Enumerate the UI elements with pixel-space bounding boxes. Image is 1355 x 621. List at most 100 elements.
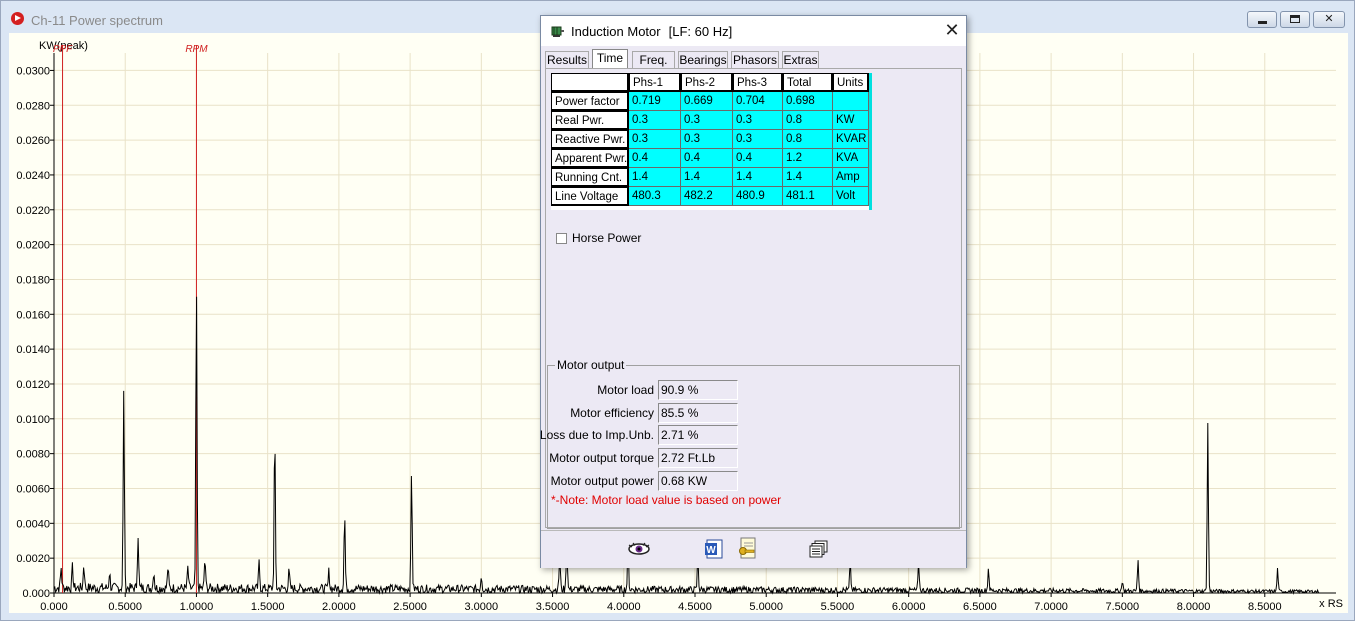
dialog-toolbar: W <box>541 530 966 568</box>
close-icon: ✕ <box>1324 13 1334 25</box>
table-value-cell[interactable]: 0.4 <box>629 149 681 168</box>
y-tick-label: 0.0080 <box>16 449 50 461</box>
table-value-cell[interactable]: 1.2 <box>783 149 833 168</box>
copy-pages-icon[interactable] <box>809 540 829 558</box>
horse-power-checkbox[interactable] <box>556 233 567 244</box>
table-value-cell[interactable]: 0.719 <box>629 92 681 111</box>
report-key-icon[interactable] <box>737 537 757 561</box>
motor-output-value[interactable]: 85.5 % <box>658 403 738 423</box>
table-row-label: Power factor <box>551 92 629 111</box>
table-value-cell[interactable]: 0.3 <box>629 111 681 130</box>
x-tick-label: 7.0000 <box>1034 601 1068 613</box>
table-header-total: Total <box>783 73 833 92</box>
table-value-cell[interactable]: 0.698 <box>783 92 833 111</box>
table-value-cell[interactable]: 1.4 <box>733 168 783 187</box>
table-value-cell[interactable]: 1.4 <box>783 168 833 187</box>
x-tick-label: 8.0000 <box>1177 601 1211 613</box>
x-tick-label: 0.5000 <box>108 601 142 613</box>
maximize-icon <box>1290 15 1300 23</box>
table-value-cell[interactable]: KW <box>833 111 869 130</box>
eye-icon[interactable] <box>627 542 651 556</box>
table-value-cell[interactable]: 1.4 <box>681 168 733 187</box>
minimize-button[interactable] <box>1247 11 1277 28</box>
motor-output-value[interactable]: 2.72 Ft.Lb <box>658 448 738 468</box>
table-row-label: Running Cnt. <box>551 168 629 187</box>
x-tick-label: 7.5000 <box>1106 601 1140 613</box>
tab-phasors[interactable]: Phasors <box>731 51 779 68</box>
horse-power-label[interactable]: Horse Power <box>572 231 641 245</box>
motor-output-label: Loss due to Imp.Unb. <box>539 428 654 442</box>
table-value-cell[interactable]: Amp <box>833 168 869 187</box>
y-tick-label: 0.0020 <box>16 553 50 565</box>
x-tick-label: 8.5000 <box>1248 601 1282 613</box>
table-value-cell[interactable]: 0.4 <box>681 149 733 168</box>
maximize-button[interactable] <box>1280 11 1310 28</box>
x-tick-label: 4.5000 <box>678 601 712 613</box>
motor-output-group: Motor output Motor load 90.9 % Motor effic… <box>540 358 960 529</box>
motor-output-label: Motor output torque <box>549 451 654 465</box>
table-value-cell[interactable]: 0.3 <box>733 130 783 149</box>
table-value-cell[interactable]: 0.4 <box>733 149 783 168</box>
motor-output-value[interactable]: 0.68 KW <box>658 471 738 491</box>
table-value-cell[interactable] <box>833 92 869 111</box>
motor-load-note: *-Note: Motor load value is based on pow… <box>551 493 782 507</box>
table-header-phs-3: Phs-3 <box>733 73 783 92</box>
table-value-cell[interactable]: 482.2 <box>681 187 733 206</box>
y-tick-label: 0.0100 <box>16 414 50 426</box>
y-tick-label: 0.0180 <box>16 274 50 286</box>
table-row-label: Apparent Pwr. <box>551 149 629 168</box>
table-value-cell[interactable]: 0.8 <box>783 111 833 130</box>
x-tick-label: 3.5000 <box>536 601 570 613</box>
motor-output-label: Motor output power <box>550 474 654 488</box>
main-window-title: Ch-11 Power spectrum <box>31 13 163 28</box>
x-tick-label: 4.0000 <box>607 601 641 613</box>
table-corner-cell <box>551 73 629 92</box>
table-value-cell[interactable]: 0.3 <box>681 111 733 130</box>
x-tick-label: 1.5000 <box>251 601 285 613</box>
x-tick-label: 5.5000 <box>821 601 855 613</box>
motor-icon <box>551 26 564 37</box>
y-tick-label: 0.0040 <box>16 518 50 530</box>
y-tick-label: 0.000 <box>22 588 50 600</box>
word-export-icon[interactable]: W <box>704 539 724 559</box>
table-value-cell[interactable]: KVA <box>833 149 869 168</box>
app-logo-icon <box>11 12 24 25</box>
y-tick-label: 0.0140 <box>16 344 50 356</box>
power-table: Phs-1 Phs-2 Phs-3 Total Units Power factor 0.7… <box>551 73 872 210</box>
motor-output-label: Motor load <box>597 383 654 397</box>
close-window-button[interactable]: ✕ <box>1313 11 1345 28</box>
table-value-cell[interactable]: KVAR <box>833 130 869 149</box>
table-row-label: Reactive Pwr. <box>551 130 629 149</box>
table-value-cell[interactable]: 1.4 <box>629 168 681 187</box>
motor-output-value[interactable]: 90.9 % <box>658 380 738 400</box>
motor-output-value[interactable]: 2.71 % <box>658 425 738 445</box>
tab-time[interactable]: Time <box>592 49 628 69</box>
table-value-cell[interactable]: 0.3 <box>629 130 681 149</box>
time-tab-panel: Phs-1 Phs-2 Phs-3 Total Units Power factor 0.7… <box>540 68 962 529</box>
x-tick-label: 2.0000 <box>322 601 356 613</box>
y-tick-label: 0.0260 <box>16 135 50 147</box>
table-value-cell[interactable]: 0.3 <box>733 111 783 130</box>
table-header-phs-2: Phs-2 <box>681 73 733 92</box>
y-tick-label: 0.0280 <box>16 100 50 112</box>
table-value-cell[interactable]: 480.9 <box>733 187 783 206</box>
table-value-cell[interactable]: Volt <box>833 187 869 206</box>
y-tick-label: 0.0060 <box>16 483 50 495</box>
motor-output-legend: Motor output <box>555 358 627 372</box>
y-tick-label: 0.0120 <box>16 379 50 391</box>
dialog-close-button[interactable]: ✕ <box>943 21 961 39</box>
x-tick-label: 2.5000 <box>393 601 427 613</box>
table-value-cell[interactable]: 0.8 <box>783 130 833 149</box>
table-value-cell[interactable]: 480.3 <box>629 187 681 206</box>
table-value-cell[interactable]: 0.3 <box>681 130 733 149</box>
table-value-cell[interactable]: 0.669 <box>681 92 733 111</box>
tab-bearings[interactable]: Bearings <box>678 51 728 68</box>
dialog-title: Induction Motor [LF: 60 Hz] <box>571 24 732 39</box>
dialog-titlebar[interactable]: Induction Motor [LF: 60 Hz] ✕ <box>541 16 966 46</box>
tab-freq[interactable]: Freq. <box>632 51 675 68</box>
tab-extras[interactable]: Extras <box>782 51 819 68</box>
table-value-cell[interactable]: 0.704 <box>733 92 783 111</box>
table-value-cell[interactable]: 481.1 <box>783 187 833 206</box>
table-header-units: Units <box>833 73 869 92</box>
tab-results[interactable]: Results <box>545 51 589 68</box>
